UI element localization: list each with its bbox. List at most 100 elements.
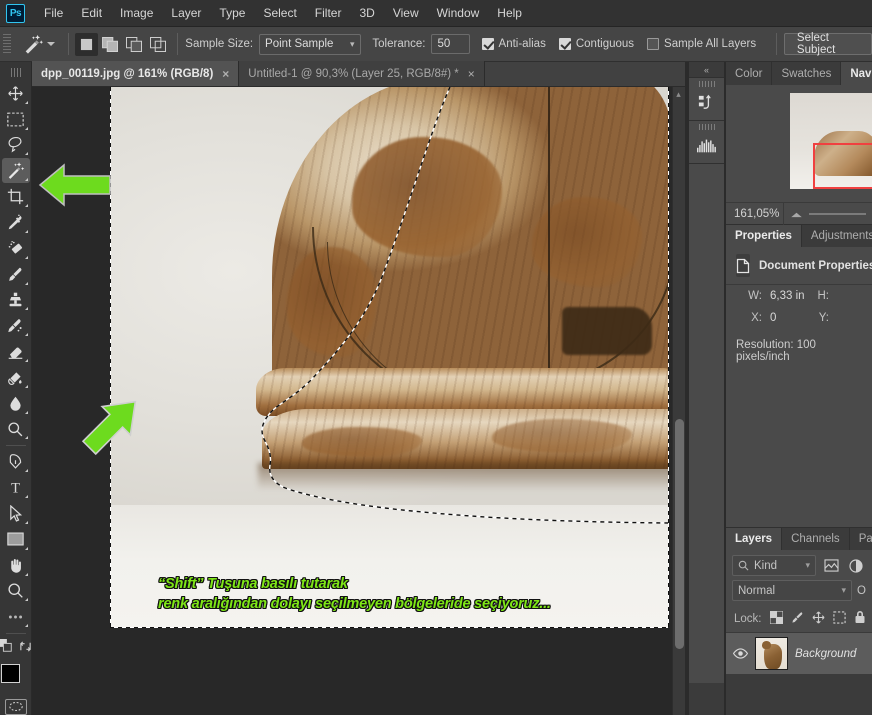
history-icon[interactable]: [689, 89, 724, 115]
lock-image-pixels-icon[interactable]: [791, 611, 804, 627]
eraser-tool[interactable]: [2, 339, 30, 364]
menu-file[interactable]: File: [35, 2, 72, 24]
close-icon[interactable]: ×: [468, 68, 475, 80]
document-tab-untitled[interactable]: Untitled-1 @ 90,3% (Layer 25, RGB/8#) * …: [239, 61, 485, 86]
intersect-with-selection-button[interactable]: [147, 33, 170, 56]
layer-visibility-eye-icon[interactable]: [732, 648, 748, 659]
menu-image[interactable]: Image: [111, 2, 162, 24]
magic-wand-tool[interactable]: [1, 158, 30, 184]
clone-stamp-tool[interactable]: [2, 288, 30, 313]
color-swatches[interactable]: [0, 664, 31, 695]
anti-alias-checkbox-box[interactable]: [481, 38, 494, 50]
chevron-down-icon[interactable]: ▾: [805, 560, 810, 571]
tools-panel-grip[interactable]: [10, 68, 21, 77]
options-bar-grip[interactable]: [3, 34, 11, 54]
canvas-vertical-scrollbar[interactable]: ▴: [672, 87, 685, 715]
resolution-row[interactable]: Resolution: 100 pixels/inch: [726, 329, 872, 371]
rectangular-marquee-tool[interactable]: [2, 107, 30, 132]
panel-grip[interactable]: [698, 124, 715, 130]
tab-color[interactable]: Color: [726, 62, 773, 85]
menu-help[interactable]: Help: [488, 2, 531, 24]
width-field[interactable]: W: 6,33 in: [738, 290, 805, 302]
lock-all-icon[interactable]: [854, 610, 866, 627]
tab-navigator[interactable]: Navigator: [841, 62, 872, 85]
eyedropper-tool[interactable]: [2, 210, 30, 235]
navigator-thumbnail[interactable]: [790, 93, 872, 189]
tab-swatches[interactable]: Swatches: [772, 62, 842, 85]
tool-preset-picker[interactable]: [16, 33, 61, 55]
menu-layer[interactable]: Layer: [162, 2, 210, 24]
menu-3d[interactable]: 3D: [350, 2, 383, 24]
tolerance-input[interactable]: 50: [431, 34, 470, 54]
layer-row-background[interactable]: Background: [726, 632, 872, 674]
tab-properties[interactable]: Properties: [726, 225, 802, 247]
zoom-slider-track[interactable]: [809, 212, 866, 215]
anti-alias-checkbox[interactable]: Anti-alias: [481, 38, 546, 50]
foreground-color-swatch[interactable]: [0, 664, 20, 684]
sample-all-layers-checkbox[interactable]: Sample All Layers: [647, 38, 756, 50]
collapse-panels-button[interactable]: «: [689, 62, 724, 77]
menu-type[interactable]: Type: [210, 2, 254, 24]
chevron-down-icon[interactable]: ▾: [842, 585, 847, 596]
add-to-selection-button[interactable]: [99, 33, 122, 56]
tab-layers[interactable]: Layers: [726, 528, 783, 550]
blur-tool[interactable]: [2, 391, 30, 416]
hand-tool[interactable]: [2, 553, 30, 578]
adjustment-layer-filter-icon[interactable]: [846, 556, 866, 576]
horizontal-type-tool[interactable]: T: [2, 475, 30, 500]
select-subject-button[interactable]: Select Subject: [783, 32, 872, 56]
canvas-area[interactable]: “Shift” Tuşuna basılı tutarak renk aralı…: [32, 87, 685, 715]
zoom-level-input[interactable]: 161,05%: [726, 202, 784, 225]
tab-adjustments[interactable]: Adjustments: [801, 225, 872, 247]
subtract-from-selection-button[interactable]: [123, 33, 146, 56]
lock-artboard-icon[interactable]: [832, 610, 846, 627]
tab-paths[interactable]: Paths: [849, 528, 872, 550]
histogram-panel-collapsed[interactable]: [689, 120, 724, 163]
pen-tool[interactable]: [2, 449, 30, 474]
crop-tool[interactable]: [2, 184, 30, 209]
rectangle-tool[interactable]: [2, 527, 30, 552]
swap-colors-icon[interactable]: [19, 640, 32, 658]
layer-name[interactable]: Background: [795, 648, 856, 660]
lasso-tool[interactable]: [2, 133, 30, 158]
history-panel-collapsed[interactable]: [689, 77, 724, 120]
layer-filter-kind-select[interactable]: Kind ▾: [732, 555, 816, 576]
sample-all-layers-checkbox-box[interactable]: [647, 38, 660, 50]
layer-thumbnail[interactable]: [755, 637, 788, 670]
zoom-tool[interactable]: [2, 579, 30, 604]
zoom-out-icon[interactable]: [790, 205, 803, 223]
navigator-panel-body[interactable]: [726, 85, 872, 202]
menu-window[interactable]: Window: [428, 2, 489, 24]
lock-transparent-pixels-icon[interactable]: [768, 609, 784, 627]
document-tab-active[interactable]: dpp_00119.jpg @ 161% (RGB/8) ×: [32, 61, 240, 86]
menu-select[interactable]: Select: [254, 2, 305, 24]
zoom-slider[interactable]: [784, 205, 872, 223]
menu-filter[interactable]: Filter: [306, 2, 351, 24]
tab-channels[interactable]: Channels: [782, 528, 850, 550]
menu-edit[interactable]: Edit: [72, 2, 111, 24]
close-icon[interactable]: ×: [222, 68, 229, 80]
menu-view[interactable]: View: [384, 2, 428, 24]
quick-mask-mode-button[interactable]: [4, 698, 27, 715]
pixel-layer-filter-icon[interactable]: [821, 556, 841, 576]
blend-mode-select[interactable]: Normal ▾: [732, 580, 853, 601]
spot-healing-brush-tool[interactable]: [2, 236, 30, 261]
histogram-icon[interactable]: [689, 132, 724, 158]
lock-position-icon[interactable]: [812, 611, 825, 627]
contiguous-checkbox-box[interactable]: [558, 38, 571, 50]
panel-grip[interactable]: [698, 81, 715, 87]
scroll-up-icon[interactable]: ▴: [674, 90, 683, 99]
default-colors-icon[interactable]: [0, 639, 13, 658]
new-selection-button[interactable]: [75, 32, 99, 56]
path-selection-tool[interactable]: [2, 501, 30, 526]
brush-tool[interactable]: [2, 262, 30, 287]
navigator-view-rectangle[interactable]: [813, 143, 872, 189]
history-brush-tool[interactable]: [2, 313, 30, 338]
tool-preset-chevron-down-icon[interactable]: [46, 42, 55, 46]
contiguous-checkbox[interactable]: Contiguous: [558, 38, 634, 50]
canvas-scrollbar-thumb[interactable]: [675, 419, 684, 649]
edit-toolbar-tool[interactable]: [2, 604, 30, 629]
x-field[interactable]: X: 0: [738, 312, 805, 324]
gradient-tool[interactable]: [2, 365, 30, 390]
sample-size-select[interactable]: Point Sample ▾: [259, 33, 361, 55]
